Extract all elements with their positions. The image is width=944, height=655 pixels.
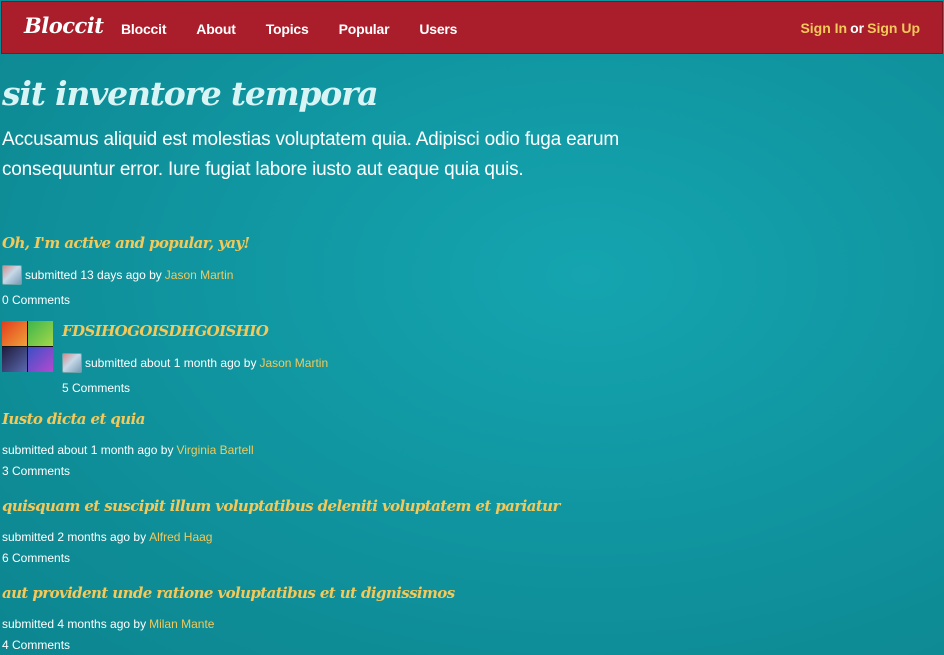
auth-links: Sign In or Sign Up: [800, 20, 920, 36]
auth-separator: or: [850, 20, 865, 36]
navbar: Bloccit Bloccit About Topics Popular Use…: [1, 1, 943, 54]
post-title-link[interactable]: quisquam et suscipit illum voluptatibus …: [2, 497, 560, 515]
nav-link-bloccit[interactable]: Bloccit: [121, 21, 166, 37]
post-meta: submitted about 1 month ago by Jason Mar…: [62, 353, 328, 373]
nav-link-about[interactable]: About: [196, 21, 236, 37]
avatar: [2, 265, 22, 285]
submitted-text: submitted about 1 month ago by: [2, 443, 174, 457]
submitted-text: submitted 2 months ago by: [2, 530, 147, 544]
post-meta: submitted 13 days ago by Jason Martin: [2, 265, 250, 285]
author-link[interactable]: Milan Mante: [149, 617, 214, 631]
sign-up-link[interactable]: Sign Up: [867, 20, 920, 36]
post-item: aut provident unde ratione voluptatibus …: [2, 584, 455, 652]
sign-in-link[interactable]: Sign In: [800, 20, 847, 36]
post-title-link[interactable]: FDSIHOGOISDHGOISHIO: [62, 322, 328, 340]
topic-description: Accusamus aliquid est molestias voluptat…: [2, 129, 619, 180]
post-item: FDSIHOGOISDHGOISHIO submitted about 1 mo…: [62, 322, 328, 395]
post-item: Oh, I'm active and popular, yay! submitt…: [2, 234, 250, 307]
post-thumbnail[interactable]: [2, 321, 53, 372]
page-title: sit inventore tempora: [2, 74, 379, 113]
comments-link[interactable]: 4 Comments: [2, 638, 455, 652]
submitted-text: submitted 13 days ago by: [25, 268, 162, 282]
comments-link[interactable]: 3 Comments: [2, 464, 254, 478]
author-link[interactable]: Jason Martin: [259, 356, 328, 370]
post-item: Iusto dicta et quia submitted about 1 mo…: [2, 410, 254, 478]
post-title-link[interactable]: aut provident unde ratione voluptatibus …: [2, 584, 455, 602]
post-meta: submitted 4 months ago by Milan Mante: [2, 617, 455, 631]
comments-link[interactable]: 5 Comments: [62, 381, 328, 395]
submitted-text: submitted about 1 month ago by: [85, 356, 257, 370]
nav-link-popular[interactable]: Popular: [339, 21, 390, 37]
post-item: quisquam et suscipit illum voluptatibus …: [2, 497, 560, 565]
brand-logo[interactable]: Bloccit: [24, 13, 104, 38]
nav-link-users[interactable]: Users: [419, 21, 457, 37]
post-meta: submitted 2 months ago by Alfred Haag: [2, 530, 560, 544]
avatar: [62, 353, 82, 373]
author-link[interactable]: Alfred Haag: [149, 530, 212, 544]
author-link[interactable]: Jason Martin: [165, 268, 234, 282]
nav-link-topics[interactable]: Topics: [266, 21, 309, 37]
post-title-link[interactable]: Oh, I'm active and popular, yay!: [2, 234, 250, 252]
author-link[interactable]: Virginia Bartell: [176, 443, 253, 457]
comments-link[interactable]: 0 Comments: [2, 293, 250, 307]
comments-link[interactable]: 6 Comments: [2, 551, 560, 565]
nav-links: Bloccit About Topics Popular Users: [121, 21, 487, 37]
post-title-link[interactable]: Iusto dicta et quia: [2, 410, 254, 428]
post-meta: submitted about 1 month ago by Virginia …: [2, 443, 254, 457]
submitted-text: submitted 4 months ago by: [2, 617, 147, 631]
